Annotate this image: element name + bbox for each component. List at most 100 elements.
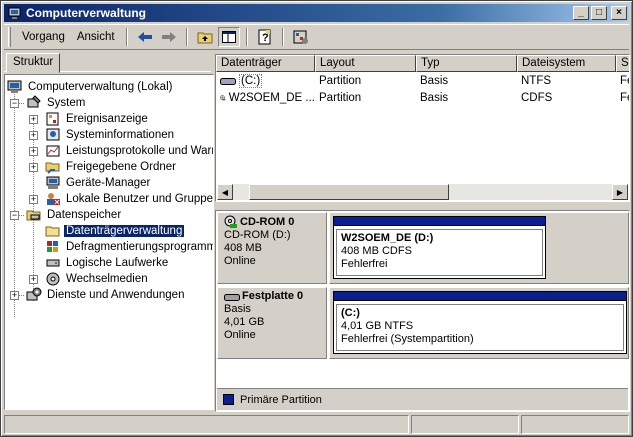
expand-local-users-button[interactable]: + [29,195,38,204]
up-folder-icon [197,32,213,44]
tree-item-shared-folders[interactable]: Freigegebene Ordner [45,159,178,175]
layout-cell: Partition [319,74,362,87]
expand-shared-folders-button[interactable]: + [29,163,38,172]
tree-item-storage[interactable]: Datenspeicher [26,207,123,223]
column-header-volume[interactable]: Datenträger [216,55,315,72]
disk-row-cdrom[interactable]: CD-ROM 0 CD-ROM (D:) 408 MB Online W2SOE… [217,212,629,284]
expand-system-info-button[interactable]: + [29,131,38,140]
removable-media-icon [46,272,60,286]
shared-folder-icon [45,162,60,174]
menu-action[interactable]: Vorgang [16,28,71,46]
tree-item-removable[interactable]: Wechselmedien [45,271,150,287]
disk-title: CD-ROM 0 [240,215,295,228]
expand-perf-logs-button[interactable]: + [29,147,38,156]
disk-title: Festplatte 0 [242,290,304,302]
menu-toolbar: Vorgang Ansicht ? [4,24,629,50]
performance-logs-icon [46,145,60,157]
disk-name: Festplatte 0 [224,290,322,303]
scroll-right-button[interactable]: ▶ [612,184,628,200]
defrag-icon [47,241,58,252]
tree-item-disk-management[interactable]: Datenträgerverwaltung [45,223,186,239]
filesystem-cell: NTFS [521,74,552,87]
forward-button[interactable] [158,27,180,47]
legend-swatch [223,394,234,405]
partition-status: Fehlerfrei [341,258,388,270]
tree-item-perf-logs[interactable]: Leistungsprotokolle und Warn [45,143,213,159]
toolbar-grip[interactable] [8,27,11,47]
partition-block[interactable]: W2SOEM_DE (D:) 408 MB CDFS Fehlerfrei [333,216,546,279]
tree-item-local-users[interactable]: Lokale Benutzer und Gruppen [45,191,213,207]
status-panel [411,415,519,434]
tree-item-services[interactable]: Dienste und Anwendungen [26,287,186,303]
tree-item-root[interactable]: Computerverwaltung (Lokal) [7,79,174,95]
disk-line: 408 MB [224,242,262,254]
tree-item-device-manager[interactable]: Geräte-Manager [45,175,152,191]
legend-label: Primäre Partition [240,393,322,406]
maximize-button[interactable]: □ [591,6,607,20]
hard-disk-icon [220,77,236,85]
volume-cell: W2SOEM_DE ... [216,91,315,105]
scroll-left-button[interactable]: ◀ [217,184,233,200]
column-header-status[interactable]: St [616,55,629,72]
menu-view[interactable]: Ansicht [71,28,121,46]
disk-info[interactable]: Festplatte 0 Basis 4,01 GB Online [217,287,327,359]
computer-management-window: Computerverwaltung _ □ × Vorgang Ansicht… [0,0,633,437]
horizontal-scrollbar[interactable]: ◀ ▶ [217,184,628,200]
computer-management-icon [8,7,21,19]
tree-label: Freigegebene Ordner [66,161,176,173]
partition-name: (C:) [341,307,360,319]
disk-line: CD-ROM (D:) [224,229,291,241]
event-viewer-icon [46,112,59,126]
help-button[interactable]: ? [254,27,276,47]
help-icon: ? [258,29,271,45]
details-pane: Datenträger Layout Typ Dateisystem St (C… [215,54,630,412]
properties-icon [293,30,308,44]
volume-list[interactable]: Datenträger Layout Typ Dateisystem St (C… [215,54,630,202]
disk-row-harddisk[interactable]: Festplatte 0 Basis 4,01 GB Online (C:) 4… [217,287,629,359]
volume-name: W2SOEM_DE ... [228,91,315,104]
expand-services-button[interactable]: + [10,291,19,300]
properties-button[interactable] [290,27,312,47]
tree-item-event-viewer[interactable]: Ereignisanzeige [45,111,150,127]
up-button[interactable] [194,27,216,47]
tab-struktur[interactable]: Struktur [6,53,61,73]
show-hide-tree-button[interactable] [217,27,240,47]
toolbar-separator [185,28,188,46]
title-buttons: _ □ × [573,6,627,20]
partition-details: (C:) 4,01 GB NTFS Fehlerfrei (Systempart… [336,304,624,351]
table-row[interactable]: (C:) Partition Basis NTFS Fe [216,72,629,89]
toolbar-separator [281,28,284,46]
tree-item-logical-drives[interactable]: Logische Laufwerke [45,255,170,271]
table-row[interactable]: W2SOEM_DE ... Partition Basis CDFS Fe [216,89,629,106]
tree-tabstrip: Struktur [4,52,211,73]
partition-block[interactable]: (C:) 4,01 GB NTFS Fehlerfrei (Systempart… [333,291,627,354]
expand-removable-button[interactable]: + [29,275,38,284]
column-header-filesystem[interactable]: Dateisystem [517,55,616,72]
minimize-button[interactable]: _ [573,6,589,20]
tree-label: Geräte-Manager [66,177,151,189]
local-users-icon [47,193,60,205]
partition-area: W2SOEM_DE (D:) 408 MB CDFS Fehlerfrei [329,212,629,284]
collapse-storage-button[interactable]: − [10,211,19,220]
console-tree[interactable]: Computerverwaltung (Lokal) − System + Er… [4,74,214,410]
tree-item-system-info[interactable]: Systeminformationen [45,127,176,143]
collapse-system-button[interactable]: − [10,99,19,108]
status-cell: Fe [620,74,629,87]
back-button[interactable] [134,27,156,47]
tree-label: Logische Laufwerke [66,257,169,269]
type-cell: Basis [420,74,449,87]
system-tools-icon [27,95,41,108]
partition-bar [334,217,545,226]
expand-event-viewer-button[interactable]: + [29,115,38,124]
close-button[interactable]: × [611,6,627,20]
scroll-thumb[interactable] [249,184,449,200]
tree-label: Datenspeicher [47,209,122,221]
disk-info[interactable]: CD-ROM 0 CD-ROM (D:) 408 MB Online [217,212,327,284]
tree-item-system[interactable]: System [26,95,87,111]
tree-item-defrag[interactable]: Defragmentierungsprogramm [45,239,213,255]
disk-line: Online [224,329,256,341]
partition-size: 4,01 GB NTFS [341,320,414,332]
column-header-layout[interactable]: Layout [315,55,416,72]
title-bar[interactable]: Computerverwaltung _ □ × [4,4,629,22]
column-header-type[interactable]: Typ [416,55,517,72]
